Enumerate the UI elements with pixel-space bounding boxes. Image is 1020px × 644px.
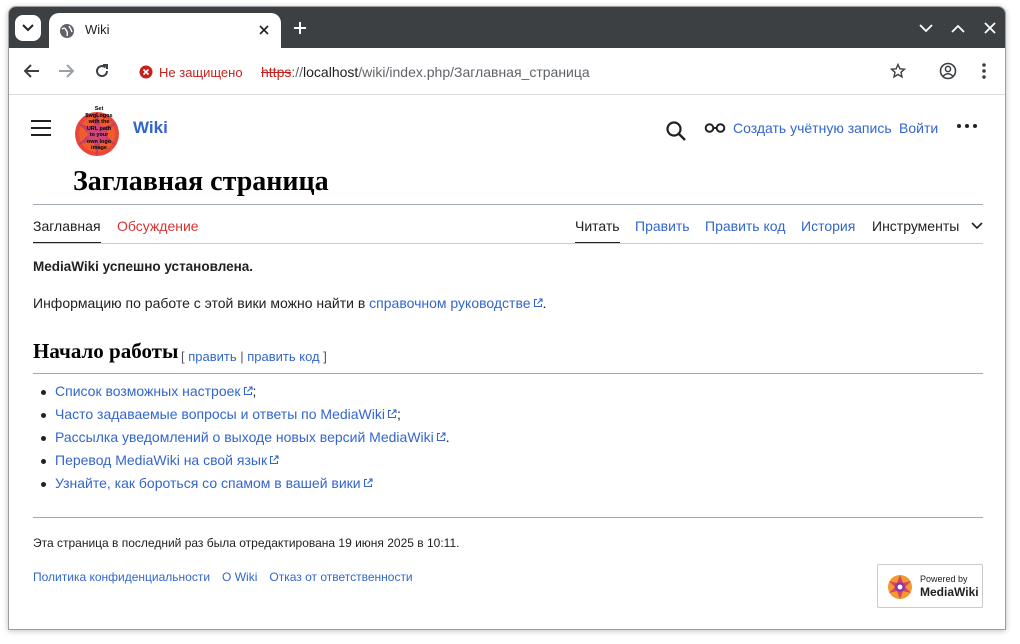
external-link-icon	[533, 298, 543, 308]
section-header: Начало работы [ править | править код ]	[33, 340, 983, 374]
more-options-button[interactable]	[957, 124, 977, 130]
chevron-down-icon[interactable]	[971, 221, 983, 231]
section-edit-link[interactable]: править	[188, 349, 236, 364]
browser-tab[interactable]: Wiki	[49, 13, 281, 48]
tab-discussion[interactable]: Обсуждение	[117, 218, 199, 242]
anti-spam-link[interactable]: Узнайте, как бороться со спамом в вашей …	[55, 475, 373, 491]
logo-text: Set $wgLogos with the URL path to your o…	[85, 106, 113, 151]
tab-strip: Wiki	[9, 7, 1005, 48]
url-text: https://localhost/wiki/index.php/Заглавн…	[261, 64, 590, 80]
main-menu-button[interactable]	[31, 120, 51, 136]
external-link-icon	[387, 409, 397, 419]
external-link-icon	[270, 455, 279, 465]
user-glasses-icon	[704, 123, 726, 133]
page-content: MediaWiki успешно установлена. Информаци…	[33, 256, 983, 495]
address-bar[interactable]: Не защищено https://localhost/wiki/index…	[131, 56, 909, 88]
powered-by-mediawiki-badge[interactable]: Powered by MediaWiki	[877, 564, 983, 608]
globe-icon	[60, 24, 74, 38]
info-paragraph: Информацию по работе с этой вики можно н…	[33, 295, 547, 311]
tab-read[interactable]: Читать	[575, 218, 620, 244]
minimize-button[interactable]	[915, 17, 937, 39]
tab-main-page[interactable]: Заглавная	[33, 218, 101, 244]
list-item: Список возможных настроек;	[41, 380, 983, 403]
external-link-icon	[436, 432, 446, 442]
getting-started-list: Список возможных настроек; Часто задавае…	[33, 380, 983, 495]
security-chip[interactable]: Не защищено	[139, 62, 243, 82]
star-icon	[890, 63, 906, 79]
maximize-button[interactable]	[947, 17, 969, 39]
login-link[interactable]: Войти	[899, 120, 938, 136]
section-edit-source-link[interactable]: править код	[247, 349, 319, 364]
reload-icon	[96, 64, 109, 78]
close-icon[interactable]	[255, 21, 273, 39]
translation-link[interactable]: Перевод MediaWiki на свой язык	[55, 452, 279, 468]
mediawiki-label: MediaWiki	[920, 585, 979, 599]
wiki-page: Set $wgLogos with the URL path to your o…	[9, 96, 1005, 629]
url-scheme: https	[261, 64, 292, 80]
more-horiz-icon	[957, 124, 961, 128]
tab-edit[interactable]: Править	[635, 218, 690, 242]
list-item: Узнайте, как бороться со спамом в вашей …	[41, 472, 983, 495]
tab-edit-source[interactable]: Править код	[705, 218, 785, 242]
section-edit-links: [ править | править код ]	[181, 349, 327, 364]
create-account-link[interactable]: Создать учётную запись	[733, 120, 892, 136]
chevron-up-icon	[951, 24, 965, 33]
url-separator: ://	[291, 64, 304, 80]
footer-divider	[33, 517, 983, 518]
tab-tools[interactable]: Инструменты	[872, 218, 959, 242]
settings-list-link[interactable]: Список возможных настроек	[55, 383, 253, 399]
menu-icon	[31, 120, 51, 122]
powered-by-label: Powered by	[920, 574, 968, 584]
install-success-text: MediaWiki успешно установлена.	[33, 259, 254, 274]
close-window-button[interactable]	[979, 17, 1001, 39]
back-button[interactable]	[21, 60, 43, 82]
arrow-left-icon	[24, 64, 39, 78]
external-link-icon	[243, 386, 253, 396]
plus-icon	[294, 22, 306, 34]
list-item: Рассылка уведомлений о выходе новых верс…	[41, 426, 983, 449]
bookmark-button[interactable]	[887, 60, 909, 82]
tab-history[interactable]: История	[801, 218, 855, 242]
url-host: localhost	[303, 64, 359, 80]
reload-button[interactable]	[91, 60, 113, 82]
more-vert-icon	[982, 63, 986, 79]
disclaimer-link[interactable]: Отказ от ответственности	[269, 570, 412, 584]
mediawiki-flower-icon	[888, 575, 912, 599]
browser-window: Wiki Не защищено https://localhost/wiki/…	[8, 6, 1006, 630]
tab-title: Wiki	[85, 22, 110, 37]
about-link[interactable]: О Wiki	[222, 570, 257, 584]
url-path: /wiki/index.php/Заглавная_страница	[358, 64, 590, 80]
mailing-list-link[interactable]: Рассылка уведомлений о выходе новых верс…	[55, 429, 446, 445]
browser-toolbar: Не защищено https://localhost/wiki/index…	[9, 48, 1005, 95]
not-secure-icon	[139, 65, 153, 79]
page-tabs: Заглавная Обсуждение Читать Править Прав…	[33, 206, 983, 244]
chevron-down-icon	[22, 24, 34, 32]
tab-search-button[interactable]	[15, 15, 41, 41]
close-icon	[984, 22, 996, 34]
security-label: Не защищено	[159, 64, 243, 80]
chevron-down-icon	[919, 23, 933, 32]
arrow-right-icon	[59, 64, 74, 78]
section-title: Начало работы	[33, 339, 179, 363]
page-title: Заглавная страница	[73, 166, 329, 197]
external-link-icon	[363, 478, 373, 488]
profile-button[interactable]	[937, 60, 959, 82]
footer-links: Политика конфиденциальности О Wiki Отказ…	[33, 570, 413, 584]
user-guide-link[interactable]: справочном руководстве	[369, 295, 543, 311]
faq-link[interactable]: Часто задаваемые вопросы и ответы по Med…	[55, 406, 397, 422]
list-item: Часто задаваемые вопросы и ответы по Med…	[41, 403, 983, 426]
search-icon[interactable]	[665, 120, 687, 142]
browser-menu-button[interactable]	[973, 60, 995, 82]
last-edited-text: Эта страница в последний раз была отреда…	[33, 536, 460, 550]
list-item: Перевод MediaWiki на свой язык	[41, 449, 983, 472]
wiki-wordmark[interactable]: Wiki	[133, 118, 168, 138]
title-divider	[33, 204, 983, 205]
forward-button[interactable]	[55, 60, 77, 82]
privacy-policy-link[interactable]: Политика конфиденциальности	[33, 570, 210, 584]
account-icon	[939, 62, 957, 80]
new-tab-button[interactable]	[289, 17, 311, 39]
